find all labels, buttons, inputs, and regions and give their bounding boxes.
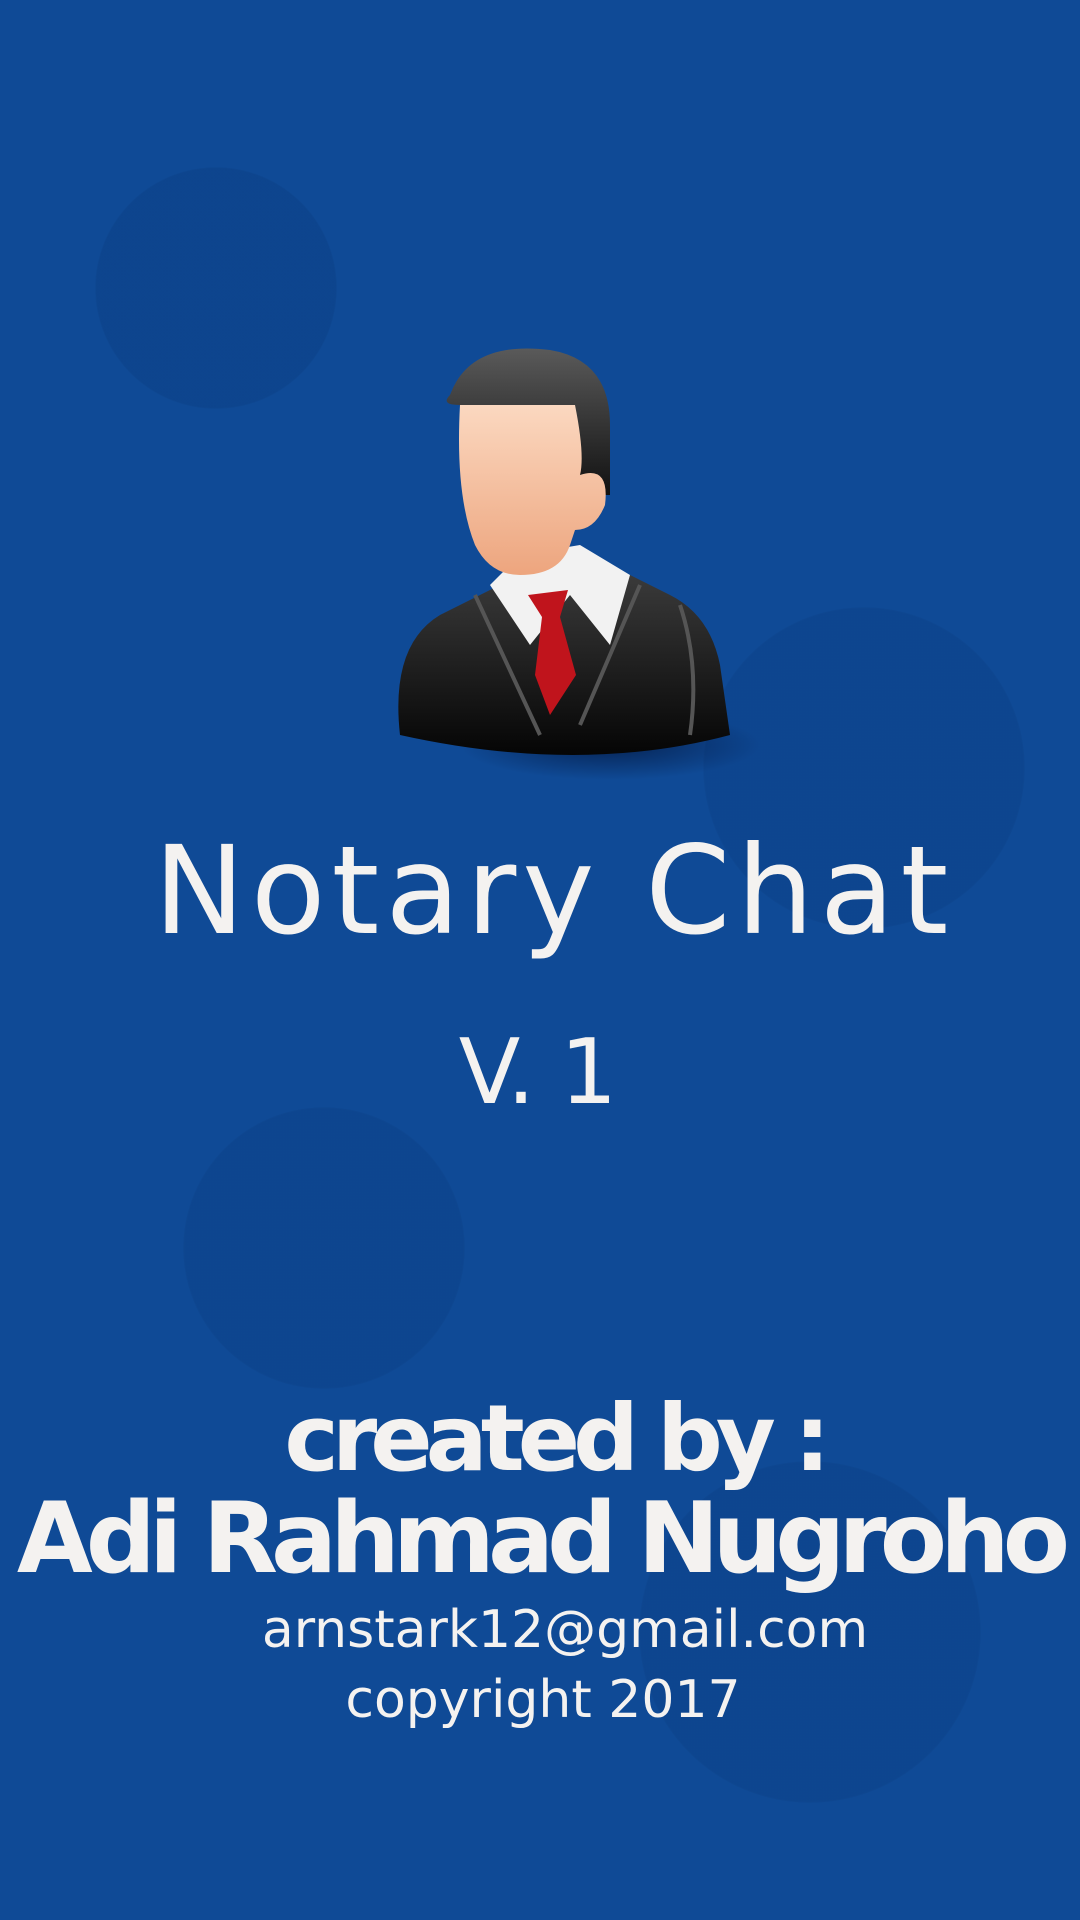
author-name: Adi Rahmad Nugroho bbox=[16, 1482, 1070, 1596]
copyright-text: copyright 2017 bbox=[345, 1670, 741, 1730]
app-version: V. 1 bbox=[458, 1020, 617, 1125]
app-title: Notary Chat bbox=[153, 820, 955, 962]
author-email: arnstark12@gmail.com bbox=[261, 1600, 869, 1660]
businessman-avatar-icon bbox=[398, 348, 760, 780]
credits-label: created by : bbox=[284, 1385, 830, 1492]
